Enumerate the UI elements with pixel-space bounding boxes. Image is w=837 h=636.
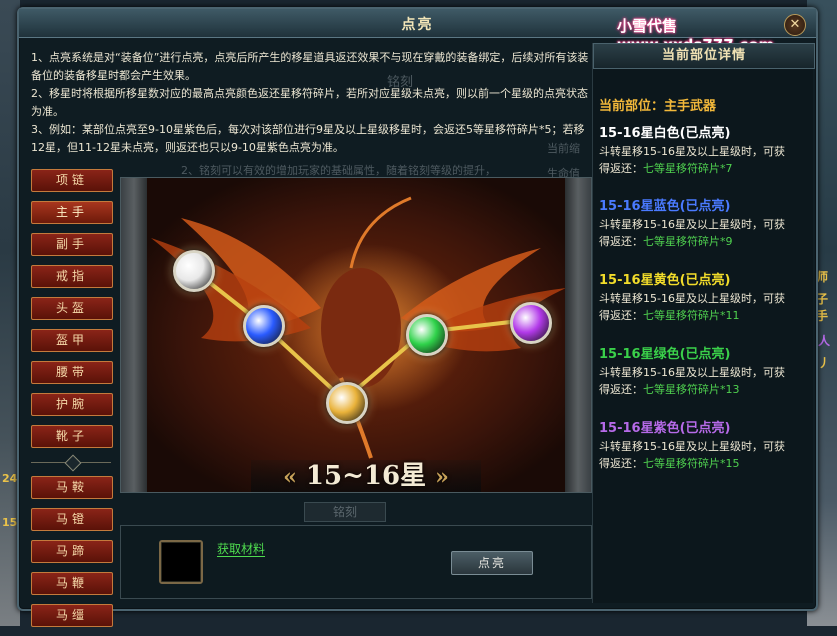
rule-line-2: 2、移星时将根据所移星数对应的最高点亮颜色返还星移符碎片，若所对应星级未点亮，则… [31, 87, 588, 118]
tier-reward-item: 七等星移符碎片*7 [643, 162, 733, 175]
slot-button-horseshoe[interactable]: 马蹄 [31, 540, 113, 563]
tier-reward-prefix: 得返还： [599, 457, 643, 470]
tier-desc: 斗转星移15-16星及以上星级时，可获 [599, 292, 785, 305]
tier-reward: 得返还：七等星移符碎片*7 [599, 160, 811, 177]
diamond-ornament-icon [64, 454, 82, 472]
slot-button-saddle[interactable]: 马鞍 [31, 476, 113, 499]
window-titlebar[interactable]: 点亮 小雪代售www.xxds777.com ✕ [19, 9, 816, 54]
slot-button-offhand[interactable]: 副手 [31, 233, 113, 256]
rule-line-1: 1、点亮系统是对“装备位”进行点亮，点亮后所产生的移星道具返还效果不与现在穿戴的… [31, 51, 589, 82]
tier-reward-prefix: 得返还： [599, 235, 643, 248]
ghost-engrave-tab: 铭刻 [304, 502, 386, 522]
gem-green[interactable] [406, 314, 448, 356]
gem-white[interactable] [173, 250, 215, 292]
constellation-art-frame: « 15~16星 » [120, 177, 592, 493]
tier-title: 15-16星蓝色(已点亮) [599, 199, 731, 214]
right-edge-fragment: 子手 [816, 292, 829, 323]
ghost-engrave-line: 2、铭刻可以有效的增加玩家的基础属性，随着铭刻等级的提升， [181, 164, 496, 177]
tier-desc: 斗转星移15-16星及以上星级时，可获 [599, 366, 785, 379]
tier-reward: 得返还：七等星移符碎片*11 [599, 307, 811, 324]
tier-yellow: 15-16星黄色(已点亮) 斗转星移15-16星及以上星级时，可获 得返还：七等… [599, 272, 811, 324]
light-up-window: 点亮 小雪代售www.xxds777.com ✕ 铭刻 2、铭刻可以有效的增加玩… [17, 7, 818, 627]
gem-gold[interactable] [326, 382, 368, 424]
tier-title: 15-16星白色(已点亮) [599, 126, 731, 141]
tier-reward-prefix: 得返还： [599, 383, 643, 396]
slot-button-boots[interactable]: 靴子 [31, 425, 113, 448]
tier-reward-prefix: 得返还： [599, 162, 643, 175]
star-level-banner: « 15~16星 » [251, 460, 481, 492]
slot-button-stirrup[interactable]: 马镫 [31, 508, 113, 531]
tier-blue: 15-16星蓝色(已点亮) 斗转星移15-16星及以上星级时，可获 得返还：七等… [599, 198, 811, 250]
slot-divider [31, 454, 111, 472]
tier-desc: 斗转星移15-16星及以上星级时，可获 [599, 145, 785, 158]
get-material-link[interactable]: 获取材料 [217, 542, 266, 557]
tier-green: 15-16星绿色(已点亮) 斗转星移15-16星及以上星级时，可获 得返还：七等… [599, 346, 811, 398]
tier-reward: 得返还：七等星移符碎片*13 [599, 381, 811, 398]
tier-reward-prefix: 得返还： [599, 309, 643, 322]
phoenix-crest [349, 196, 412, 269]
star-level-label: 15~16星 [305, 461, 427, 491]
rule-line-3: 3、例如：某部位点亮至9-10星紫色后，每次对该部位进行9星及以上星级移星时，会… [31, 123, 585, 154]
slot-button-bracer[interactable]: 护腕 [31, 393, 113, 416]
gem-purple[interactable] [510, 302, 552, 344]
tier-desc: 斗转星移15-16星及以上星级时，可获 [599, 440, 785, 453]
slot-button-belt[interactable]: 腰带 [31, 361, 113, 384]
prev-level-icon[interactable]: « [283, 464, 297, 490]
next-level-icon[interactable]: » [435, 464, 449, 490]
slot-button-whip[interactable]: 马鞭 [31, 572, 113, 595]
slot-button-necklace[interactable]: 项链 [31, 169, 113, 192]
tier-reward-item: 七等星移符碎片*11 [643, 309, 740, 322]
tier-reward: 得返还：七等星移符碎片*9 [599, 233, 811, 250]
right-edge-fragment: 人 [818, 334, 831, 348]
rules-description: 1、点亮系统是对“装备位”进行点亮，点亮后所产生的移星道具返还效果不与现在穿戴的… [31, 49, 593, 157]
art-pillar-right [565, 178, 591, 492]
phoenix-artwork [121, 178, 591, 492]
light-up-button[interactable]: 点亮 [451, 551, 533, 575]
material-panel: 获取材料 点亮 [120, 525, 592, 599]
gem-blue[interactable] [243, 305, 285, 347]
slot-detail-panel: 当前部位详情 当前部位：主手武器 15-16星白色(已点亮) 斗转星移15-16… [592, 43, 815, 603]
tier-title: 15-16星绿色(已点亮) [599, 347, 731, 362]
art-pillar-left [121, 178, 147, 492]
tier-reward-item: 七等星移符碎片*13 [643, 383, 740, 396]
slot-button-rein[interactable]: 马缰 [31, 604, 113, 627]
tier-white: 15-16星白色(已点亮) 斗转星移15-16星及以上星级时，可获 得返还：七等… [599, 125, 811, 177]
tier-reward-item: 七等星移符碎片*15 [643, 457, 740, 470]
left-edge-fragment: 24 [2, 472, 18, 485]
close-button[interactable]: ✕ [784, 14, 806, 36]
tier-title: 15-16星黄色(已点亮) [599, 273, 731, 288]
slot-button-mainhand[interactable]: 主手 [31, 201, 113, 224]
tier-reward: 得返还：七等星移符碎片*15 [599, 455, 811, 472]
material-slot[interactable] [159, 540, 203, 584]
slot-button-armor[interactable]: 盔甲 [31, 329, 113, 352]
tier-desc: 斗转星移15-16星及以上星级时，可获 [599, 218, 785, 231]
slot-button-ring[interactable]: 戒指 [31, 265, 113, 288]
tier-title: 15-16星紫色(已点亮) [599, 421, 731, 436]
current-slot-label: 当前部位：主手武器 [599, 99, 717, 114]
right-edge-fragment: 丿 [818, 356, 831, 370]
slot-button-helmet[interactable]: 头盔 [31, 297, 113, 320]
tier-purple: 15-16星紫色(已点亮) 斗转星移15-16星及以上星级时，可获 得返还：七等… [599, 420, 811, 472]
slot-list: 项链 主手 副手 戒指 头盔 盔甲 腰带 护腕 靴子 马鞍 马镫 马蹄 马鞭 马… [31, 169, 117, 636]
detail-header: 当前部位详情 [593, 43, 815, 69]
tier-reward-item: 七等星移符碎片*9 [643, 235, 733, 248]
phoenix-body [321, 268, 401, 388]
left-edge-fragment: 15 [2, 516, 18, 529]
